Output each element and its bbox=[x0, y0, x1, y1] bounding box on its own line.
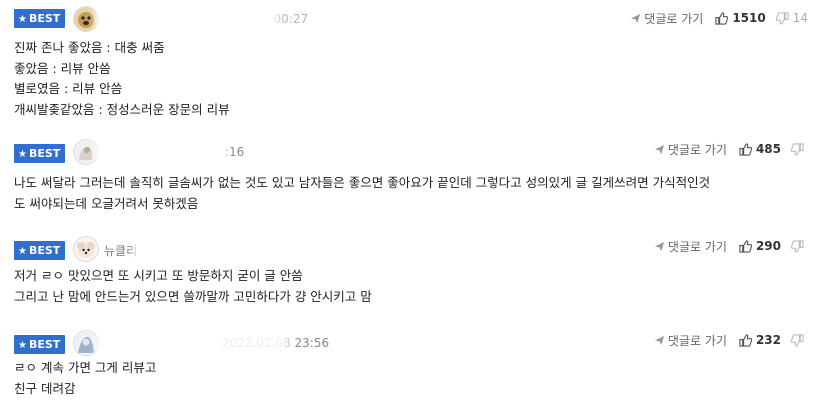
comment-actions: 댓글로 가기 1510 14 bbox=[630, 10, 808, 26]
comment-header: ★BEST 2022.02.08 00:27 댓글로 가기 1510 14 bbox=[0, 0, 820, 38]
dislike-button[interactable]: 14 bbox=[775, 11, 808, 25]
paper-plane-icon bbox=[631, 13, 641, 23]
thumbs-up-icon bbox=[739, 333, 752, 347]
reply-link[interactable]: 댓글로 가기 bbox=[654, 332, 727, 349]
comment-line: 좋았음 : 리뷰 안씀 bbox=[14, 60, 111, 76]
comment-body: ㄹㅇ 계속 가면 그게 리뷰고 친구 데려감 bbox=[14, 358, 806, 399]
comment-actions: 댓글로 가기 485 bbox=[654, 141, 808, 157]
like-button[interactable]: 290 bbox=[739, 239, 791, 253]
dislike-button[interactable] bbox=[791, 239, 808, 253]
reply-link[interactable]: 댓글로 가기 bbox=[630, 10, 703, 27]
thumbs-up-icon bbox=[739, 142, 752, 156]
comment-body: 나도 써달라 그러는데 솔직히 글솜씨가 없는 것도 있고 남자들은 좋으면 좋… bbox=[14, 173, 806, 214]
best-badge: ★ BEST bbox=[14, 241, 66, 260]
comment-header: ★ BEST :16 댓글로 가기 485 bbox=[0, 135, 820, 173]
obscured-region bbox=[102, 139, 220, 161]
comment-actions: 댓글로 가기 290 bbox=[654, 238, 808, 254]
best-comment: ★BEST 2022.02.08 23:56 댓글로 가기 232 bbox=[0, 320, 820, 414]
paper-plane-icon bbox=[654, 241, 665, 251]
comment-line: 저거 ㄹㅇ 맛있으면 또 시키고 또 방문하지 굳이 글 안씀 bbox=[14, 268, 303, 283]
comment-line: 나도 써달라 그러는데 솔직히 글솜씨가 없는 것도 있고 남자들은 좋으면 좋… bbox=[14, 175, 711, 190]
paper-plane-icon bbox=[654, 335, 665, 345]
star-icon: ★ bbox=[18, 14, 27, 25]
star-icon: ★ bbox=[18, 149, 27, 160]
thumbs-down-icon bbox=[791, 333, 804, 347]
dislike-button[interactable] bbox=[791, 333, 808, 347]
obscured-region bbox=[102, 8, 272, 30]
star-icon: ★ bbox=[18, 246, 27, 257]
paper-plane-icon bbox=[654, 144, 665, 154]
comment-line: 별로였음 : 리뷰 안씀 bbox=[14, 81, 123, 96]
like-button[interactable]: 232 bbox=[739, 333, 791, 347]
nickname[interactable]: 뉴클리 bbox=[104, 242, 137, 259]
comment-actions: 댓글로 가기 232 bbox=[654, 332, 808, 348]
comment-line: 개씨발좆같았음 : 정성스러운 장문의 리뷰 bbox=[14, 101, 230, 117]
best-badge: ★ BEST bbox=[14, 144, 66, 163]
reply-link[interactable]: 댓글로 가기 bbox=[654, 141, 727, 158]
thumbs-down-icon bbox=[791, 142, 804, 156]
comment-date: :16 bbox=[225, 145, 245, 159]
comment-body: 저거 ㄹㅇ 맛있으면 또 시키고 또 방문하지 굳이 글 안씀 그리고 난 맘에… bbox=[14, 266, 806, 307]
like-button[interactable]: 1510 bbox=[715, 11, 775, 25]
avatar[interactable] bbox=[73, 139, 99, 165]
like-button[interactable]: 485 bbox=[739, 142, 791, 156]
obscured-region bbox=[104, 330, 284, 352]
comment-line: ㄹㅇ 계속 가면 그게 리뷰고 bbox=[14, 360, 157, 375]
thumbs-down-icon bbox=[775, 11, 789, 25]
avatar[interactable] bbox=[73, 6, 99, 32]
thumbs-up-icon bbox=[715, 11, 729, 25]
star-icon: ★ bbox=[18, 340, 27, 351]
avatar[interactable] bbox=[73, 330, 99, 356]
comment-line: 친구 데려감 bbox=[14, 380, 76, 396]
dislike-button[interactable] bbox=[791, 142, 808, 156]
thumbs-up-icon bbox=[739, 239, 752, 253]
comment-header: ★ BEST 뉴클리 댓글로 가기 290 bbox=[0, 232, 820, 270]
obscured-region bbox=[140, 236, 290, 258]
best-comment: ★BEST 2022.02.08 00:27 댓글로 가기 1510 14 bbox=[0, 0, 820, 126]
avatar[interactable] bbox=[73, 236, 99, 262]
best-badge: ★ BEST bbox=[14, 9, 66, 28]
comment-list: ★BEST 2022.02.08 00:27 댓글로 가기 1510 14 bbox=[0, 0, 828, 414]
best-comment: ★ BEST :16 댓글로 가기 485 나도 써달라 그러는데 솔직히 글솜… bbox=[0, 125, 820, 225]
best-comment: ★ BEST 뉴클리 댓글로 가기 290 저거 ㄹㅇ 맛있으면 또 시키고 또… bbox=[0, 224, 820, 321]
comment-line: 그리고 난 맘에 안드는거 있으면 쓸까말까 고민하다가 걍 안시키고 맘 bbox=[14, 288, 372, 304]
thumbs-down-icon bbox=[791, 239, 804, 253]
comment-line: 진짜 존나 좋았음 : 대충 써줌 bbox=[14, 40, 165, 55]
reply-link[interactable]: 댓글로 가기 bbox=[654, 238, 727, 255]
best-badge: ★ BEST bbox=[14, 335, 66, 354]
comment-body: 진짜 존나 좋았음 : 대충 써줌 좋았음 : 리뷰 안씀 별로였음 : 리뷰 … bbox=[14, 38, 806, 120]
comment-line: 도 써야되는데 오글거려서 못하겠음 bbox=[14, 195, 199, 211]
